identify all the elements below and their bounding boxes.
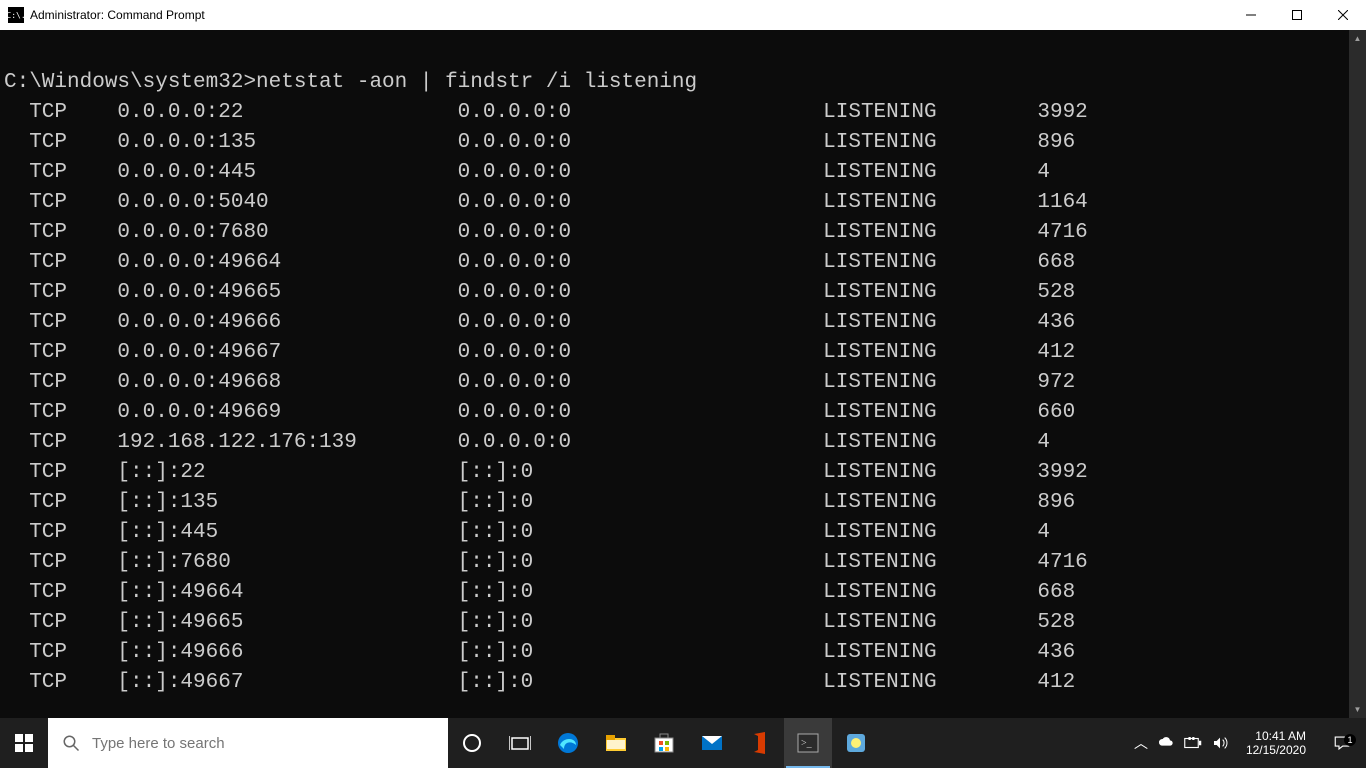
scroll-up-arrow-icon[interactable]: ▲ [1349,30,1366,47]
taskbar-app-other[interactable] [832,718,880,768]
window-titlebar: C:\. Administrator: Command Prompt [0,0,1366,30]
taskbar-app-command-prompt[interactable]: >_ [784,718,832,768]
taskbar-clock[interactable]: 10:41 AM 12/15/2020 [1238,729,1314,757]
window-title: Administrator: Command Prompt [30,8,205,22]
scroll-down-arrow-icon[interactable]: ▼ [1349,701,1366,718]
taskbar-app-edge[interactable] [544,718,592,768]
taskbar-app-mail[interactable] [688,718,736,768]
volume-icon[interactable] [1212,735,1228,751]
taskbar-app-microsoft-store[interactable] [640,718,688,768]
tray-overflow-chevron-icon[interactable]: ︿ [1134,733,1148,753]
notification-badge: 1 [1344,734,1356,746]
maximize-button[interactable] [1274,0,1320,30]
taskbar-app-office[interactable] [736,718,784,768]
taskbar: >_ ︿ 10:41 AM 12/15/2020 1 [0,718,1366,768]
clock-time: 10:41 AM [1246,729,1306,743]
search-input[interactable] [92,735,434,752]
cmd-app-icon: C:\. [8,7,24,23]
clock-date: 12/15/2020 [1246,743,1306,757]
start-button[interactable] [0,718,48,768]
minimize-button[interactable] [1228,0,1274,30]
system-tray: ︿ 10:41 AM 12/15/2020 1 [1128,718,1366,768]
search-icon [62,734,80,752]
task-view-button[interactable] [496,718,544,768]
close-button[interactable] [1320,0,1366,30]
taskbar-app-file-explorer[interactable] [592,718,640,768]
action-center-button[interactable]: 1 [1324,734,1360,752]
battery-icon[interactable] [1184,736,1202,750]
svg-text:>_: >_ [801,738,813,749]
terminal-output[interactable]: C:\Windows\system32>netstat -aon | finds… [0,30,1349,718]
onedrive-icon[interactable] [1158,735,1174,751]
taskbar-search[interactable] [48,718,448,768]
vertical-scrollbar[interactable]: ▲ ▼ [1349,30,1366,718]
cortana-button[interactable] [448,718,496,768]
